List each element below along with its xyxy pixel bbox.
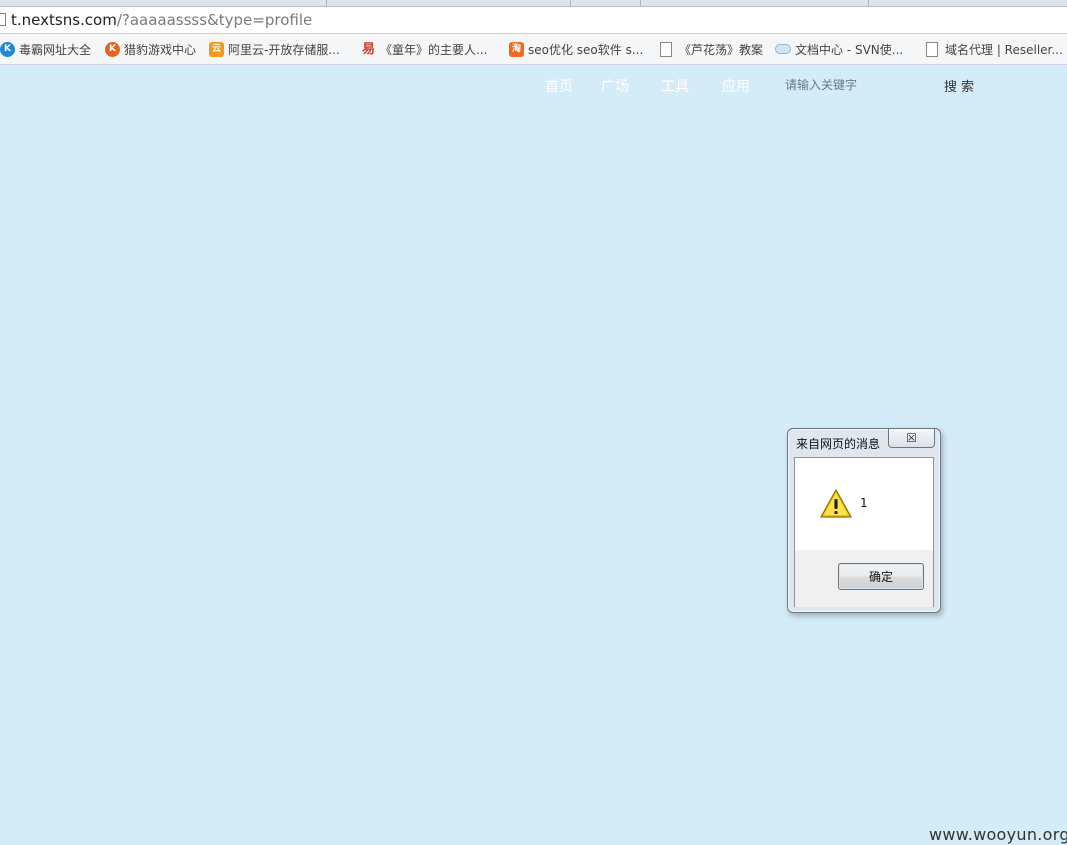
taobao-logo-icon: 淘 [509,41,524,57]
bookmark-label: 《童年》的主要人... [380,42,488,57]
bookmark-label: 阿里云-开放存储服... [228,42,340,57]
bookmark-label: 文档中心 - SVN使... [795,42,904,57]
bookmark-label: 域名代理 | Reseller... [945,42,1063,57]
tab-separator [868,0,869,6]
url-host: t.nextsns.com [11,11,117,29]
watermark: www.wooyun.org [929,825,1067,844]
url-text[interactable]: t.nextsns.com/?aaaaassss&type=profile [11,11,312,29]
dialog-title: 来自网页的消息 [796,437,881,451]
k-logo-icon: K [0,41,15,57]
dialog-body: 1 确定 [794,457,934,607]
page-icon [0,13,6,26]
nav-home[interactable]: 首页 [545,76,573,96]
bookmark-reseller[interactable]: 域名代理 | Reseller... [926,40,1063,58]
ok-button[interactable]: 确定 [838,563,924,590]
bookmark-luhuadang[interactable]: 《芦花荡》教案 [660,40,763,58]
yi-logo-icon: 易 [361,41,375,57]
bookmark-game-center[interactable]: K 猎豹游戏中心 [105,40,196,58]
search-button[interactable]: 搜索 [944,75,984,95]
aliyun-logo-icon: 云 [209,41,224,57]
warning-icon [820,489,852,518]
bookmarks-bar: K 毒霸网址大全 K 猎豹游戏中心 云 阿里云-开放存储服... 易 《童年》的… [0,34,1067,65]
bookmark-label: 毒霸网址大全 [19,42,92,57]
browser-tab-strip [0,0,1067,7]
dialog-message: 1 [860,496,868,510]
bookmark-label: 猎豹游戏中心 [124,42,197,57]
tab-separator [326,0,327,6]
bookmark-aliyun[interactable]: 云 阿里云-开放存储服... [209,40,340,58]
close-icon[interactable]: ☒ [888,429,935,448]
bookmark-svn-docs[interactable]: 文档中心 - SVN使... [775,40,903,58]
cheetah-logo-icon: K [105,41,120,57]
bookmark-label: 《芦花荡》教案 [679,42,764,57]
bookmark-tongnian[interactable]: 易 《童年》的主要人... [361,40,487,58]
nav-tools[interactable]: 工具 [661,76,689,96]
address-bar[interactable]: t.nextsns.com/?aaaaassss&type=profile [0,7,1067,34]
page-icon [660,41,672,57]
bookmark-seo[interactable]: 淘 seo优化 seo软件 s... [509,40,643,58]
bookmark-label: seo优化 seo软件 s... [528,42,644,57]
url-path: /?aaaaassss&type=profile [116,11,313,29]
search-input[interactable] [785,74,925,96]
dialog-footer: 确定 [795,550,933,607]
nav-apps[interactable]: 应用 [722,76,750,96]
nav-square[interactable]: 广场 [601,76,629,96]
tab-separator [570,0,571,6]
tab-separator [640,0,641,6]
page-icon [926,41,938,57]
bookmark-duba[interactable]: K 毒霸网址大全 [0,40,91,58]
cloud-icon [775,44,791,54]
alert-dialog: 来自网页的消息 ☒ 1 确定 [787,428,941,613]
